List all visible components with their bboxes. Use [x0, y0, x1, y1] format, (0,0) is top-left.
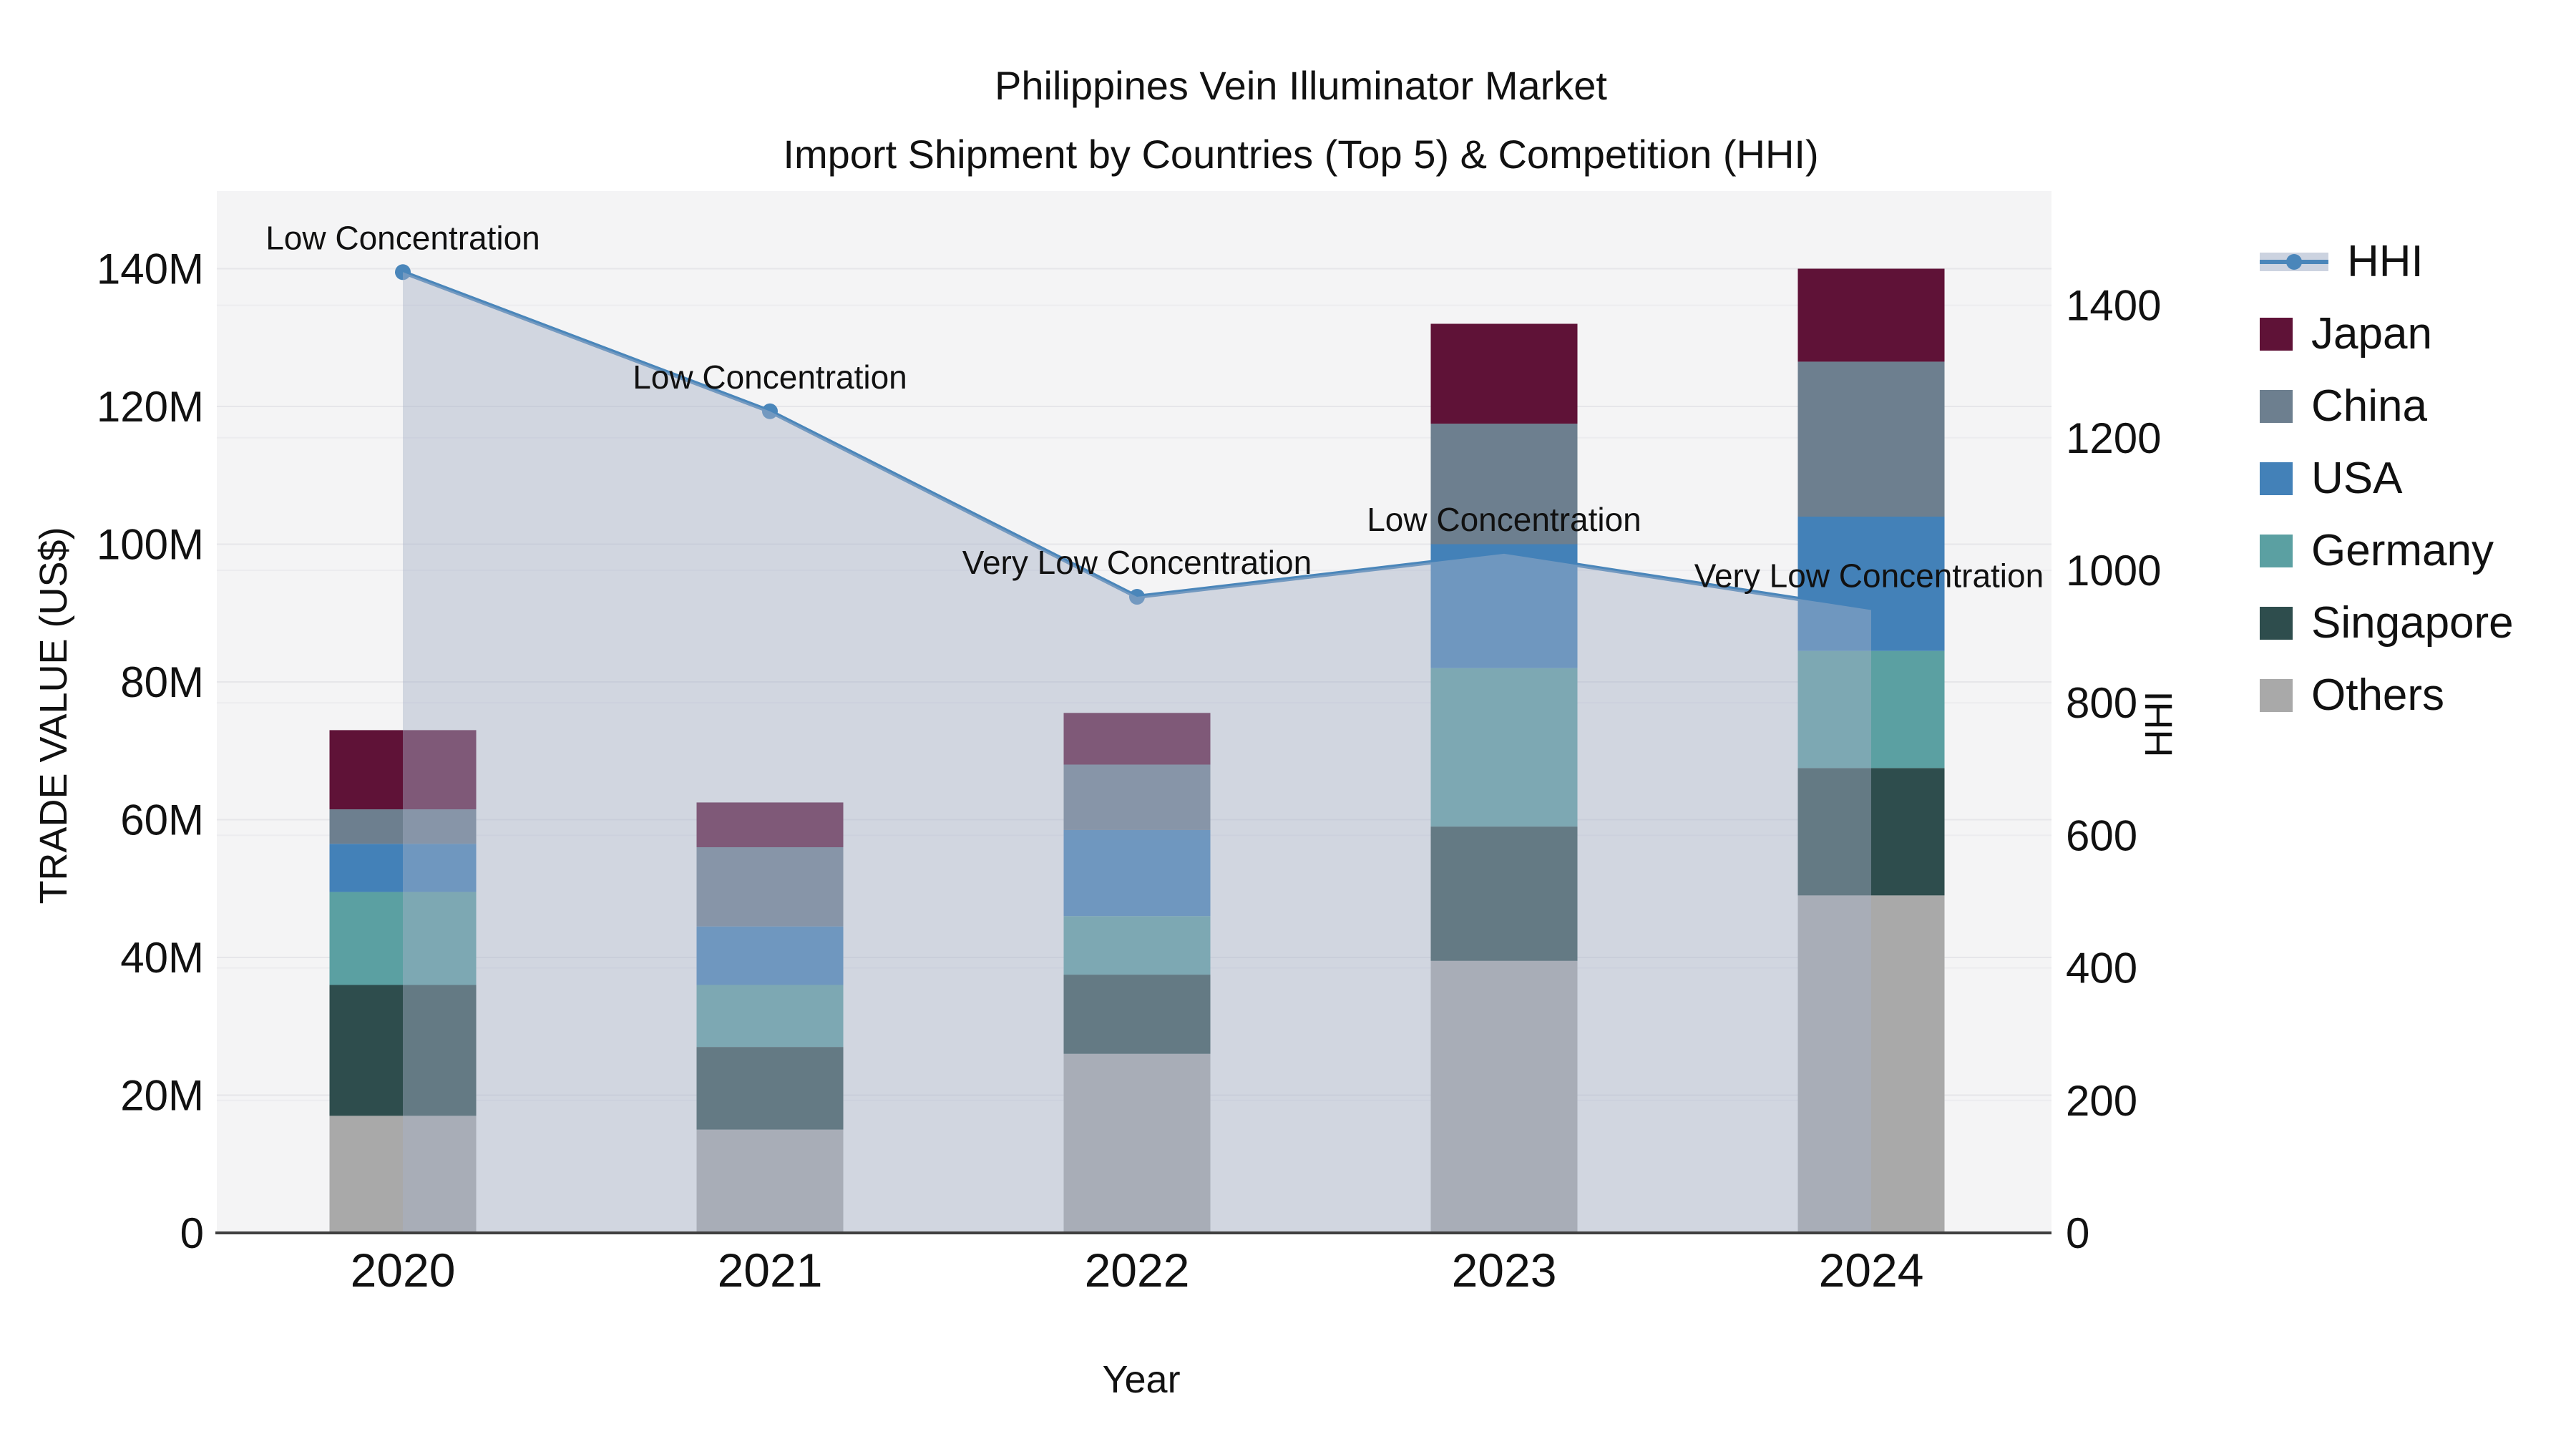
y-left-tick-labels: 0 20M 40M 60M 80M 100M 120M 140M	[97, 245, 204, 1258]
y-left-tick-80M: 80M	[120, 658, 204, 706]
legend-item-usa[interactable]: USA	[2260, 453, 2514, 504]
legend: HHI Japan China USA Germany Singapore Others	[2260, 236, 2514, 721]
legend-label-singapore: Singapore	[2311, 598, 2514, 648]
legend-item-germany[interactable]: Germany	[2260, 525, 2514, 576]
x-axis-title: Year	[1102, 1358, 1181, 1401]
x-tick-2021: 2021	[718, 1244, 823, 1297]
x-tick-labels: 2020 2021 2022 2023 2024	[351, 1244, 1924, 1297]
y-right-tick-1400: 1400	[2066, 282, 2161, 330]
y-right-tick-labels: 0 200 400 600 800 1000 1200 1400	[2066, 282, 2161, 1257]
legend-label-usa: USA	[2311, 454, 2403, 503]
y-left-tick-140M: 140M	[97, 245, 204, 293]
chart-title: Philippines Vein Illuminator Market Impo…	[215, 52, 2387, 189]
bar-segment-japan-2024	[1797, 268, 1945, 362]
y-left-tick-120M: 120M	[97, 383, 204, 431]
chart-svg: Low Concentration Low Concentration Very L…	[97, 191, 2161, 1297]
legend-item-singapore[interactable]: Singapore	[2260, 597, 2514, 648]
legend-item-japan[interactable]: Japan	[2260, 308, 2514, 359]
x-tick-2020: 2020	[351, 1244, 456, 1297]
chart-title-line1: Philippines Vein Illuminator Market	[995, 63, 1607, 108]
x-tick-2023: 2023	[1452, 1244, 1557, 1297]
y-right-tick-600: 600	[2066, 811, 2137, 859]
y-right-tick-800: 800	[2066, 679, 2137, 727]
legend-item-hhi[interactable]: HHI	[2260, 236, 2514, 287]
y-right-tick-0: 0	[2066, 1209, 2089, 1257]
legend-item-china[interactable]: China	[2260, 381, 2514, 431]
bar-segment-japan-2023	[1430, 323, 1578, 424]
x-tick-2022: 2022	[1085, 1244, 1190, 1297]
legend-swatch-germany	[2260, 534, 2293, 567]
y-right-tick-400: 400	[2066, 945, 2137, 992]
annotation-2022: Very Low Concentration	[962, 544, 1312, 581]
legend-label-germany: Germany	[2311, 526, 2494, 575]
legend-swatch-china	[2260, 389, 2293, 423]
bar-segment-china-2024	[1797, 361, 1945, 517]
annotation-2023: Low Concentration	[1367, 501, 1641, 538]
y-axis-title-left: TRADE VALUE (US$)	[32, 527, 75, 904]
legend-swatch-singapore	[2260, 606, 2293, 640]
y-right-tick-1000: 1000	[2066, 547, 2161, 595]
legend-swatch-others	[2260, 678, 2293, 712]
legend-label-hhi: HHI	[2347, 237, 2424, 286]
annotation-2021: Low Concentration	[633, 358, 907, 396]
legend-label-others: Others	[2311, 670, 2445, 720]
legend-label-china: China	[2311, 381, 2427, 431]
legend-swatch-usa	[2260, 462, 2293, 495]
y-right-tick-1200: 1200	[2066, 414, 2161, 462]
annotation-2024: Very Low Concentration	[1694, 557, 2044, 595]
y-left-tick-60M: 60M	[120, 796, 204, 844]
x-tick-2024: 2024	[1819, 1244, 1924, 1297]
chart-title-line2: Import Shipment by Countries (Top 5) & C…	[783, 132, 1819, 177]
legend-item-others[interactable]: Others	[2260, 670, 2514, 721]
annotation-2020: Low Concentration	[265, 219, 540, 256]
y-left-tick-0: 0	[180, 1209, 204, 1257]
legend-hhi-dot	[2286, 253, 2302, 270]
legend-label-japan: Japan	[2311, 309, 2432, 358]
y-left-tick-100M: 100M	[97, 521, 204, 569]
chart-canvas: Low Concentration Low Concentration Very L…	[0, 0, 2576, 1449]
legend-swatch-japan	[2260, 317, 2293, 351]
legend-hhi-line-icon	[2260, 245, 2328, 278]
y-right-tick-200: 200	[2066, 1077, 2137, 1125]
y-axis-title-right: HHI	[2137, 691, 2180, 758]
y-left-tick-40M: 40M	[120, 934, 204, 982]
y-left-tick-20M: 20M	[120, 1072, 204, 1120]
